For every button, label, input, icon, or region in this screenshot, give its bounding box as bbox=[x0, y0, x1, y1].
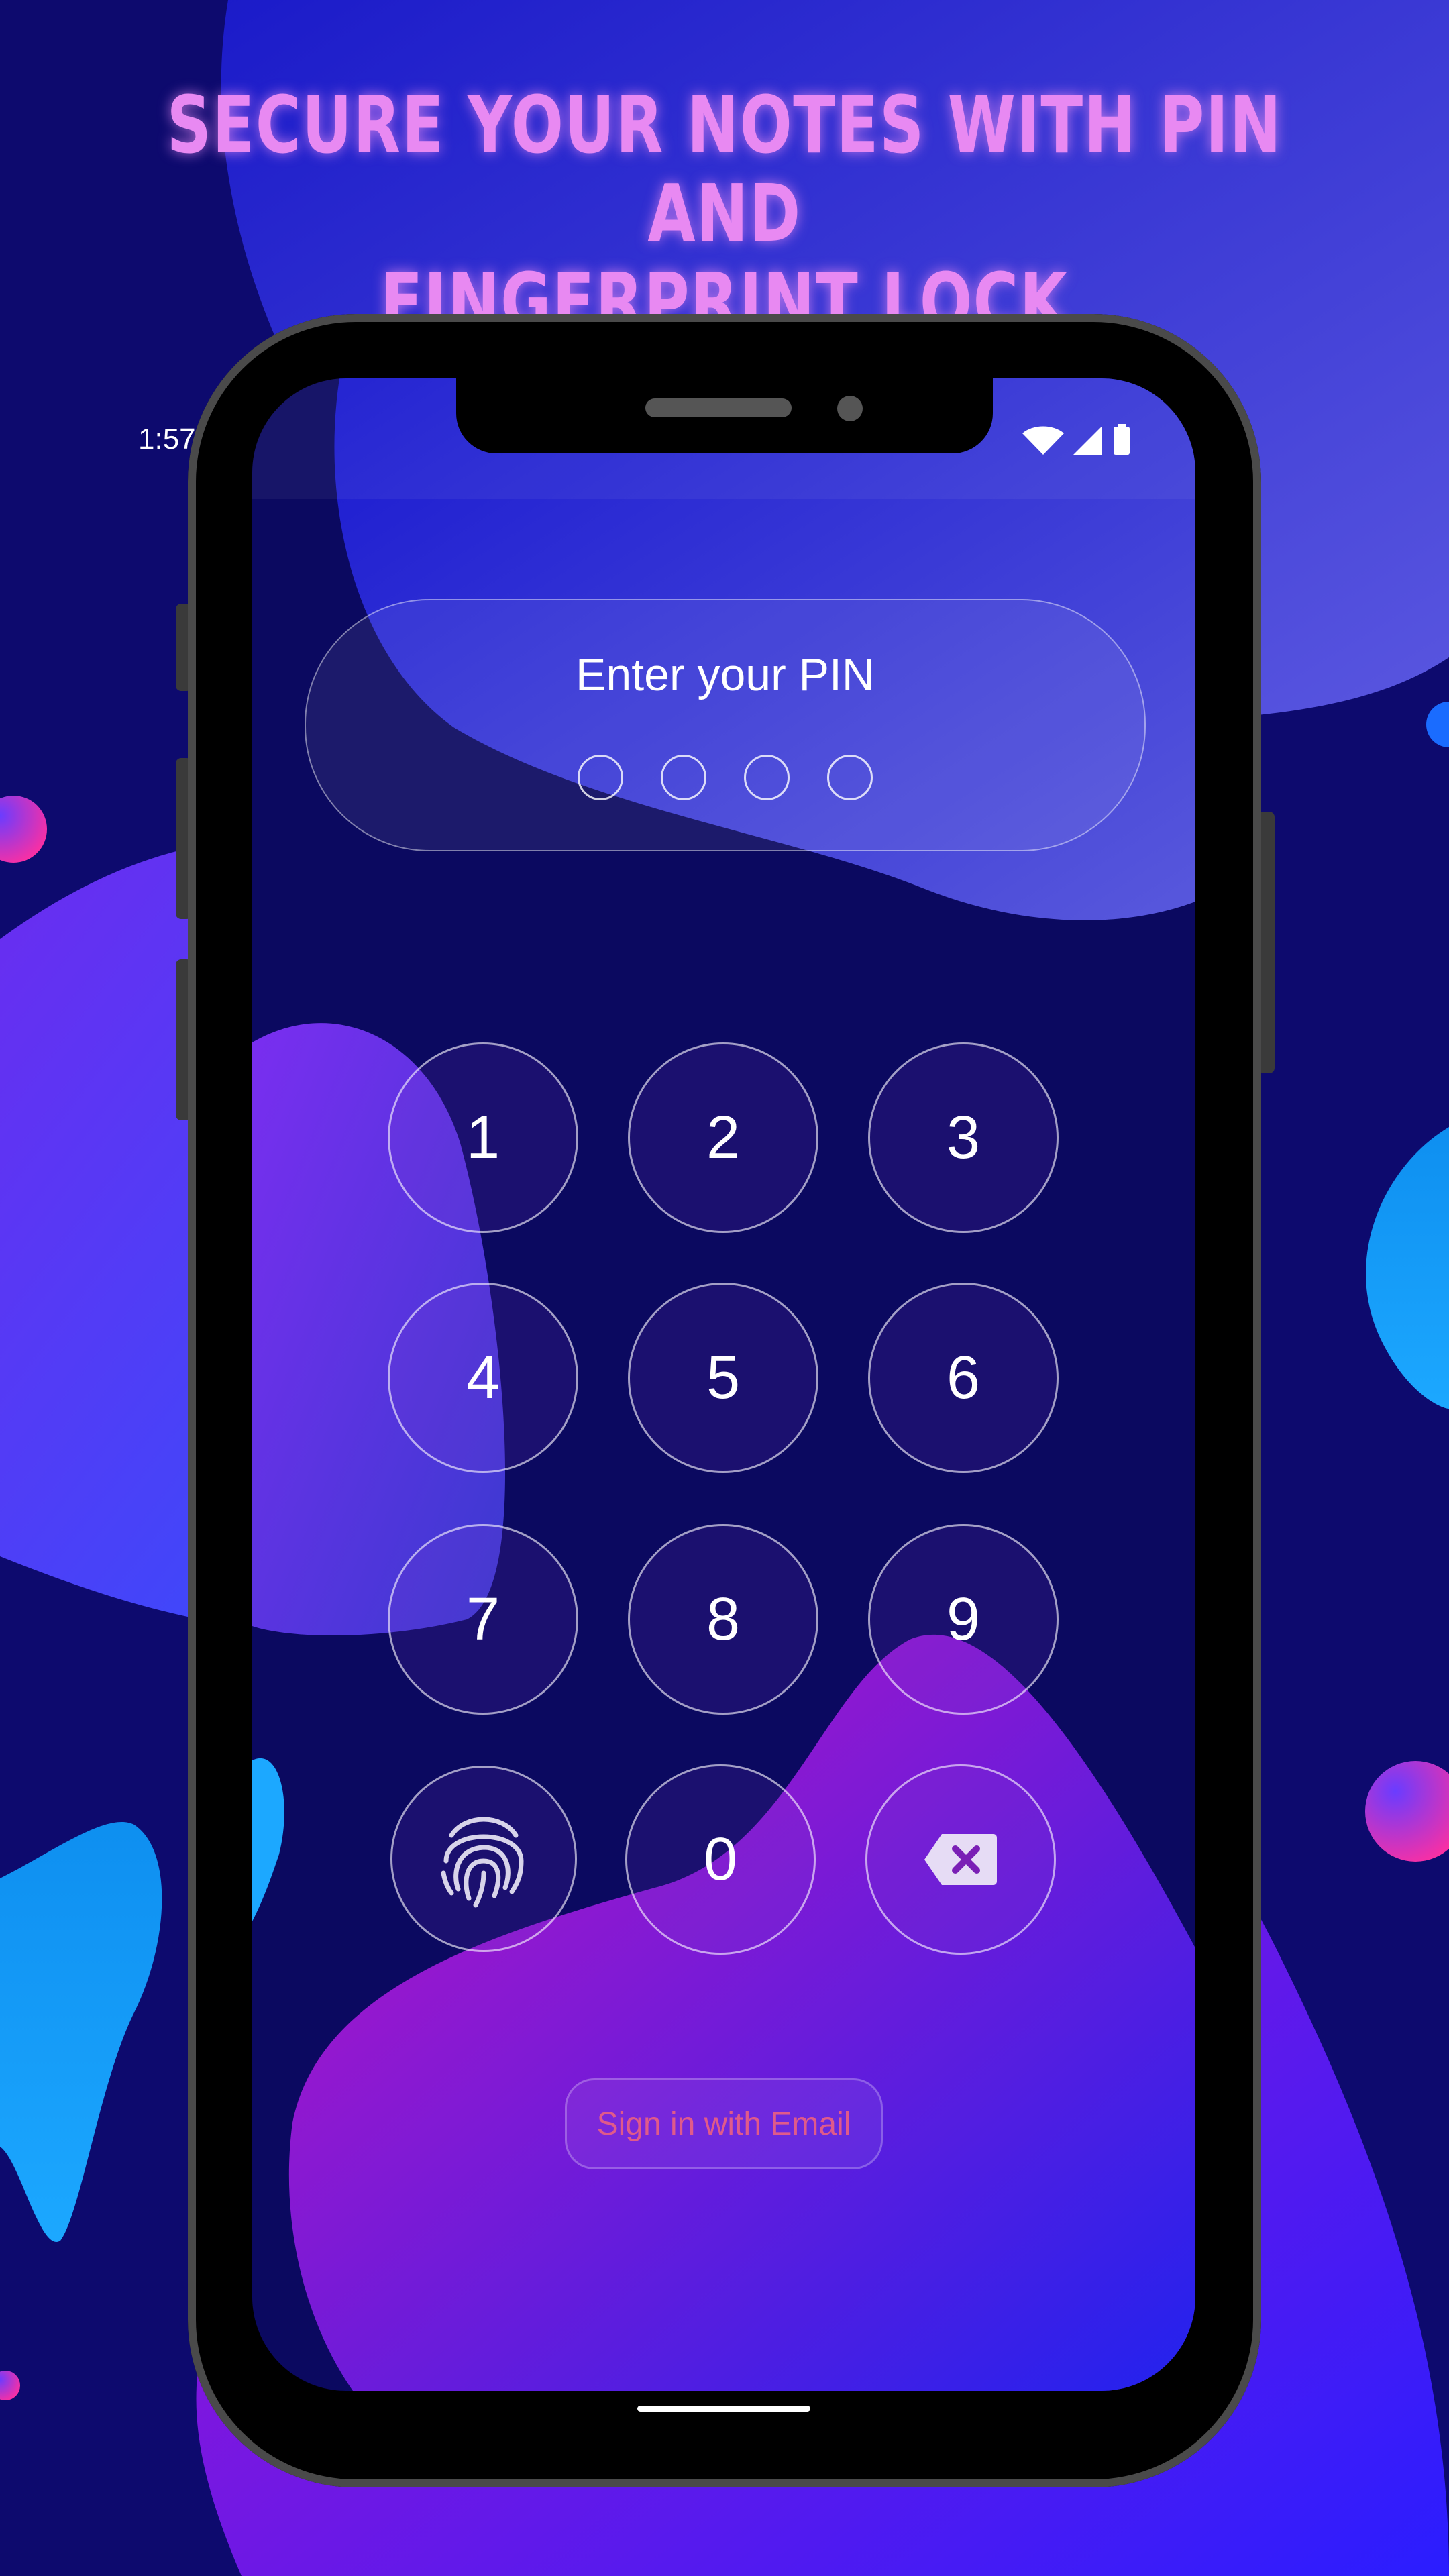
pin-dot bbox=[827, 755, 873, 800]
battery-icon bbox=[1114, 424, 1130, 455]
key-3[interactable]: 3 bbox=[868, 1042, 1059, 1233]
key-2[interactable]: 2 bbox=[628, 1042, 818, 1233]
sign-in-with-email-button[interactable]: Sign in with Email bbox=[565, 2078, 883, 2169]
key-7[interactable]: 7 bbox=[388, 1524, 578, 1715]
key-8[interactable]: 8 bbox=[628, 1524, 818, 1715]
status-icons bbox=[1022, 424, 1130, 455]
pin-dot bbox=[744, 755, 790, 800]
fingerprint-icon bbox=[441, 1817, 524, 1908]
key-9[interactable]: 9 bbox=[868, 1524, 1059, 1715]
wifi-icon bbox=[1022, 426, 1064, 455]
phone-speaker bbox=[645, 398, 792, 417]
key-6[interactable]: 6 bbox=[868, 1283, 1059, 1473]
phone-camera bbox=[837, 396, 863, 421]
headline: SECURE YOUR NOTES WITH PIN AND FINGERPRI… bbox=[0, 80, 1449, 346]
pin-dots bbox=[306, 755, 1144, 803]
pin-dot bbox=[661, 755, 706, 800]
pin-entry-card: Enter your PIN bbox=[305, 599, 1146, 851]
key-1[interactable]: 1 bbox=[388, 1042, 578, 1233]
home-indicator[interactable] bbox=[637, 2406, 810, 2412]
pin-dot bbox=[578, 755, 623, 800]
pin-title: Enter your PIN bbox=[576, 649, 875, 700]
backspace-icon bbox=[924, 1834, 997, 1885]
signal-icon bbox=[1073, 427, 1102, 455]
status-time: 1:57 bbox=[138, 423, 196, 455]
key-4[interactable]: 4 bbox=[388, 1283, 578, 1473]
backspace-button[interactable] bbox=[865, 1764, 1056, 1955]
key-0[interactable]: 0 bbox=[625, 1764, 816, 1955]
key-5[interactable]: 5 bbox=[628, 1283, 818, 1473]
headline-line-1: SECURE YOUR NOTES WITH PIN AND bbox=[166, 78, 1283, 260]
fingerprint-button[interactable] bbox=[390, 1766, 577, 1952]
